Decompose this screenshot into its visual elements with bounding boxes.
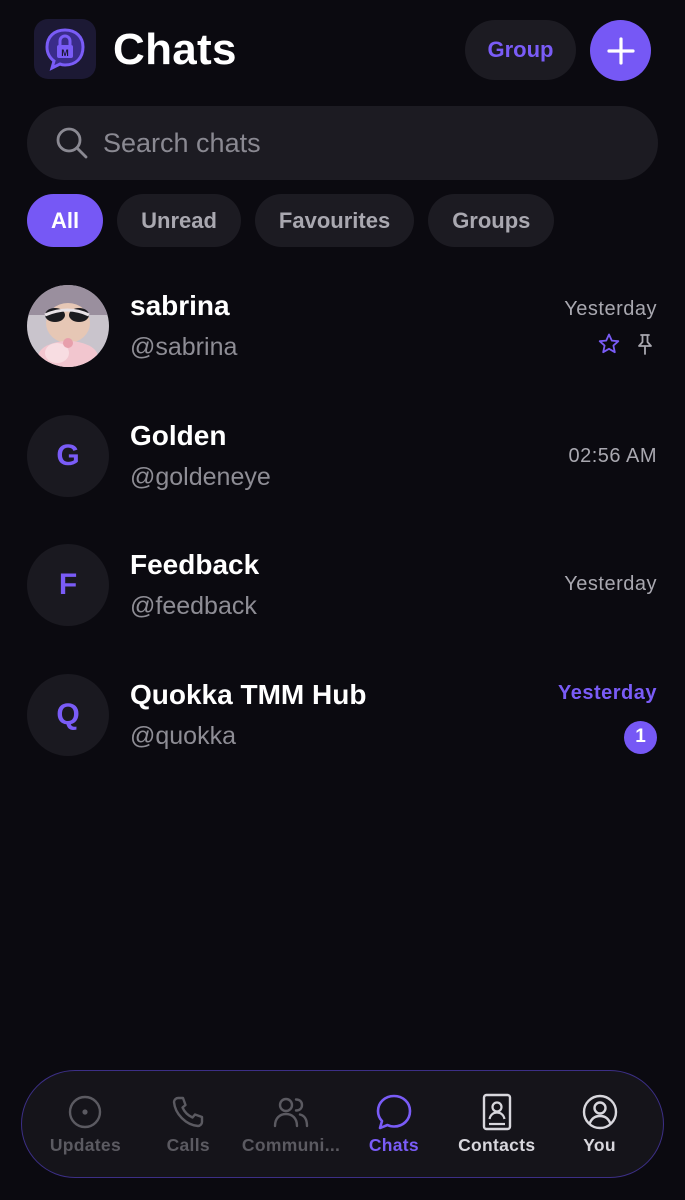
chat-name: Quokka TMM Hub (130, 678, 367, 710)
chat-row-feedback[interactable]: F Feedback @feedback Yesterday (0, 533, 685, 663)
tab-label: You (583, 1134, 616, 1155)
chat-name: Golden (130, 419, 227, 451)
tab-label: Contacts (458, 1134, 536, 1155)
profile-icon (581, 1093, 619, 1131)
filter-favourites[interactable]: Favourites (254, 194, 415, 247)
star-icon (598, 333, 620, 354)
page-title: Chats (113, 25, 237, 74)
row-indicators (597, 332, 657, 356)
filter-all[interactable]: All (27, 194, 104, 247)
avatar-initial: F (27, 544, 109, 626)
avatar-photo (27, 285, 109, 367)
tab-label: Calls (166, 1134, 210, 1155)
tab-calls[interactable]: Calls (137, 1093, 239, 1156)
filter-unread[interactable]: Unread (117, 194, 241, 247)
group-button[interactable]: Group (465, 20, 576, 80)
lock-chat-logo-icon: M (45, 28, 85, 71)
tab-label: Communi... (241, 1134, 341, 1155)
app-logo: M (34, 19, 96, 79)
svg-text:M: M (61, 48, 69, 58)
contacts-book-icon (478, 1093, 516, 1131)
header: M Chats Group (0, 0, 685, 100)
new-chat-button[interactable] (590, 20, 651, 81)
chat-time: Yesterday (564, 298, 657, 320)
unread-badge: 1 (624, 720, 657, 754)
people-icon (272, 1093, 310, 1131)
avatar-initial: G (27, 414, 109, 497)
bottom-tab-bar: Updates Calls Communi... Chats Contacts … (21, 1070, 664, 1178)
phone-icon (169, 1093, 207, 1131)
chat-time: Yesterday (557, 681, 657, 704)
tab-communities[interactable]: Communi... (240, 1093, 342, 1156)
filter-groups[interactable]: Groups (428, 194, 555, 247)
pin-icon (638, 334, 652, 355)
tab-you[interactable]: You (549, 1093, 651, 1156)
chat-list: sabrina @sabrina Yesterday G Golden @gol… (0, 274, 685, 792)
tab-contacts[interactable]: Contacts (446, 1093, 548, 1156)
search-input[interactable] (103, 127, 603, 159)
chat-handle: @quokka (130, 721, 236, 750)
avatar-initial: Q (27, 673, 109, 756)
chat-name: Feedback (130, 549, 260, 580)
search-icon (55, 126, 89, 160)
tab-updates[interactable]: Updates (34, 1093, 136, 1156)
filter-chips: All Unread Favourites Groups (27, 194, 555, 247)
tab-label: Updates (49, 1134, 121, 1155)
chat-row-sabrina[interactable]: sabrina @sabrina Yesterday (0, 274, 685, 404)
chat-handle: @goldeneye (130, 462, 271, 491)
chat-bubble-icon (375, 1093, 413, 1131)
chat-handle: @sabrina (130, 333, 238, 361)
search-bar[interactable] (27, 106, 658, 180)
tab-label: Chats (368, 1134, 419, 1155)
status-icon (66, 1093, 104, 1131)
chat-row-quokka[interactable]: Q Quokka TMM Hub @quokka Yesterday 1 (0, 663, 685, 793)
chat-time: Yesterday (564, 573, 657, 595)
chat-time: 02:56 AM (568, 444, 657, 467)
chat-name: sabrina (130, 290, 230, 321)
plus-icon (606, 36, 635, 65)
chat-row-golden[interactable]: G Golden @goldeneye 02:56 AM (0, 404, 685, 534)
chat-handle: @feedback (130, 592, 257, 620)
tab-chats[interactable]: Chats (343, 1093, 445, 1156)
